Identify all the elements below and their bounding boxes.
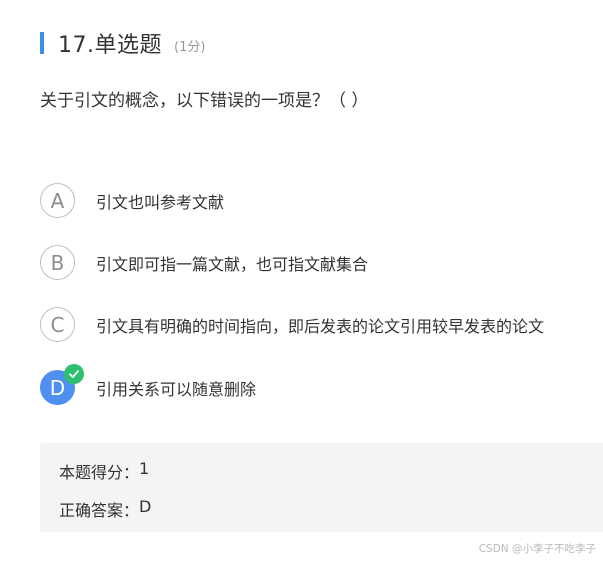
option-a-label: 引文也叫参考文献 <box>96 192 225 212</box>
answer-row: 正确答案： D <box>59 497 151 521</box>
check-icon <box>64 364 84 384</box>
score-label: 本题得分： <box>59 463 140 482</box>
score-value: 1 <box>139 459 150 478</box>
option-d-label: 引用关系可以随意删除 <box>96 379 257 399</box>
watermark: CSDN @小李子不吃李子 <box>478 543 596 555</box>
option-a[interactable]: A 引文也叫参考文献 <box>40 183 224 218</box>
question-score: (1分) <box>174 40 206 55</box>
option-c-letter: C <box>50 312 65 337</box>
option-c[interactable]: C 引文具有明确的时间指向，即后发表的论文引用较早发表的论文 <box>40 307 544 342</box>
option-d[interactable]: D 引用关系可以随意删除 <box>40 364 257 405</box>
option-d-letter: D <box>49 375 66 400</box>
answer-value: D <box>139 497 152 516</box>
option-c-circle[interactable]: C <box>40 307 75 342</box>
option-b[interactable]: B 引文即可指一篇文献，也可指文献集合 <box>40 245 368 280</box>
option-a-letter: A <box>50 188 65 213</box>
result-panel: 本题得分： 1 正确答案： D <box>40 443 603 532</box>
option-a-circle[interactable]: A <box>40 183 75 218</box>
option-c-label: 引文具有明确的时间指向，即后发表的论文引用较早发表的论文 <box>96 316 545 336</box>
question-text: 关于引文的概念，以下错误的一项是？（ ） <box>40 91 369 111</box>
title-accent-bar <box>40 32 44 54</box>
score-row: 本题得分： 1 <box>59 459 149 483</box>
answer-label: 正确答案： <box>59 501 140 520</box>
option-b-letter: B <box>50 250 65 275</box>
option-d-circle[interactable]: D <box>40 364 84 405</box>
option-b-circle[interactable]: B <box>40 245 75 280</box>
question-header: 17.单选题 (1分) <box>40 30 206 58</box>
option-b-label: 引文即可指一篇文献，也可指文献集合 <box>96 254 369 274</box>
question-title: 17.单选题 <box>58 33 162 58</box>
